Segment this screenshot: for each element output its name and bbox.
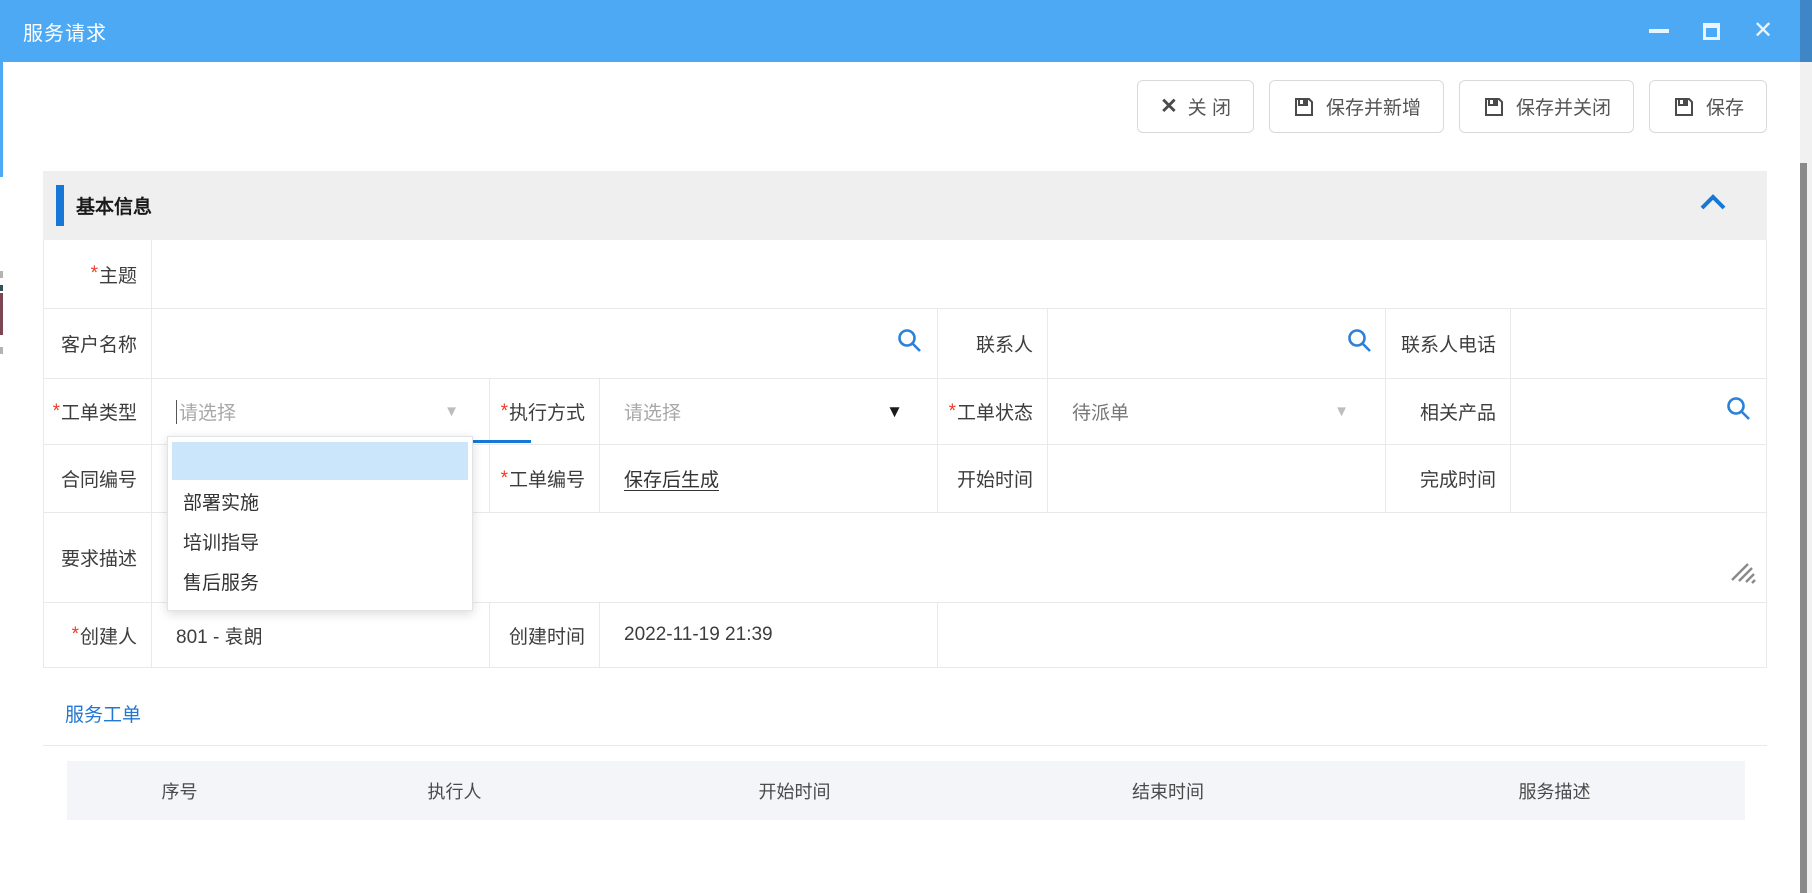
contact-input[interactable]	[1047, 309, 1385, 378]
scrollbar-track[interactable]	[1800, 0, 1812, 893]
column-header-executor: 执行人	[292, 778, 617, 804]
save-and-new-button[interactable]: 保存并新增	[1269, 80, 1444, 133]
service-order-divider	[43, 745, 1767, 746]
close-x-icon: ✕	[1160, 94, 1178, 119]
contact-phone-label: 联系人电话	[1385, 309, 1510, 378]
text-cursor	[176, 400, 177, 424]
contact-search-icon[interactable]	[1346, 327, 1373, 360]
save-and-new-label: 保存并新增	[1326, 93, 1421, 120]
minimize-button[interactable]	[1648, 20, 1670, 42]
exec-method-select[interactable]: 请选择 ▼	[599, 379, 937, 444]
close-button[interactable]: ✕ 关 闭	[1137, 80, 1254, 133]
chevron-down-icon: ▼	[886, 402, 903, 422]
order-type-label: * 工单类型	[44, 379, 151, 444]
dropdown-option[interactable]: 部署实施	[172, 484, 468, 524]
create-time-value: 2022-11-19 21:39	[599, 603, 937, 667]
dropdown-option[interactable]: 培训指导	[172, 524, 468, 564]
background-window-fragment	[0, 271, 3, 278]
resize-handle-icon[interactable]	[1726, 554, 1756, 590]
required-mark: *	[949, 401, 956, 423]
background-window-fragment	[0, 347, 3, 354]
customer-name-input[interactable]	[151, 309, 937, 378]
basic-info-title: 基本信息	[76, 192, 152, 219]
customer-name-label: 客户名称	[44, 309, 151, 378]
creator-label: * 创建人	[44, 603, 151, 667]
dialog-titlebar: 服务请求	[0, 0, 1812, 62]
order-type-select[interactable]: 请选择 ▼	[151, 379, 489, 444]
order-status-select[interactable]: 待派单 ▼	[1047, 379, 1385, 444]
service-order-table-header: 序号 执行人 开始时间 结束时间 服务描述	[67, 761, 1745, 820]
dropdown-option-empty[interactable]	[172, 442, 468, 480]
maximize-icon	[1703, 23, 1720, 40]
save-and-close-button[interactable]: 保存并关闭	[1459, 80, 1634, 133]
customer-search-icon[interactable]	[896, 327, 923, 360]
exec-method-label: * 执行方式	[489, 379, 599, 444]
maximize-button[interactable]	[1700, 20, 1722, 42]
section-accent-bar	[56, 185, 64, 226]
start-time-input[interactable]	[1047, 445, 1385, 512]
start-time-label: 开始时间	[937, 445, 1047, 512]
creator-row-spacer	[937, 603, 1766, 667]
save-icon	[1482, 95, 1506, 119]
finish-time-input[interactable]	[1510, 445, 1766, 512]
save-icon	[1672, 95, 1696, 119]
action-toolbar: ✕ 关 闭 保存并新增 保存并关闭 保存	[0, 80, 1767, 134]
chevron-down-icon: ▼	[444, 403, 459, 420]
requirement-label: 要求描述	[44, 513, 151, 602]
background-window-fragment	[0, 285, 3, 291]
required-mark: *	[91, 263, 98, 285]
form-row-creator: * 创建人 801 - 袁朗 创建时间 2022-11-19 21:39	[44, 603, 1766, 668]
order-no-value: 保存后生成	[624, 465, 719, 492]
window-controls: ✕	[1648, 0, 1774, 62]
order-no-field: 保存后生成	[599, 445, 937, 512]
close-button-label: 关 闭	[1188, 93, 1231, 120]
form-row-subject: * 主题	[44, 240, 1766, 309]
subject-label: * 主题	[44, 240, 151, 308]
finish-time-label: 完成时间	[1385, 445, 1510, 512]
save-button[interactable]: 保存	[1649, 80, 1767, 133]
collapse-section-button[interactable]	[1699, 193, 1727, 216]
background-window-fragment	[0, 293, 3, 335]
order-no-label: * 工单编号	[489, 445, 599, 512]
required-mark: *	[501, 468, 508, 490]
required-mark: *	[501, 401, 508, 423]
save-and-close-label: 保存并关闭	[1516, 93, 1611, 120]
creator-value: 801 - 袁朗	[151, 603, 489, 667]
chevron-down-icon: ▼	[1334, 403, 1349, 420]
column-header-description: 服务描述	[1364, 778, 1745, 804]
order-type-dropdown: 部署实施 培训指导 售后服务	[167, 436, 473, 611]
related-product-label: 相关产品	[1385, 379, 1510, 444]
contact-label: 联系人	[937, 309, 1047, 378]
scrollbar-title-cap	[1800, 0, 1812, 62]
required-mark: *	[53, 401, 60, 423]
close-window-button[interactable]: ✕	[1752, 20, 1774, 42]
order-status-label: * 工单状态	[937, 379, 1047, 444]
save-button-label: 保存	[1706, 93, 1744, 120]
dropdown-option[interactable]: 售后服务	[172, 564, 468, 604]
required-mark: *	[72, 624, 79, 646]
column-header-start-time: 开始时间	[617, 778, 972, 804]
minimize-icon	[1649, 29, 1669, 33]
related-product-search-icon[interactable]	[1725, 395, 1752, 428]
create-time-label: 创建时间	[489, 603, 599, 667]
service-order-title: 服务工单	[65, 700, 141, 727]
basic-info-header: 基本信息	[43, 171, 1767, 240]
column-header-seq: 序号	[67, 778, 292, 804]
column-header-end-time: 结束时间	[972, 778, 1364, 804]
dialog-title: 服务请求	[23, 17, 107, 46]
subject-input[interactable]	[151, 240, 1766, 308]
save-icon	[1292, 95, 1316, 119]
form-row-customer: 客户名称 联系人 联系人电话	[44, 309, 1766, 379]
contract-no-label: 合同编号	[44, 445, 151, 512]
related-product-input[interactable]	[1510, 379, 1766, 444]
contact-phone-input[interactable]	[1510, 309, 1766, 378]
scrollbar-thumb[interactable]	[1800, 163, 1807, 893]
